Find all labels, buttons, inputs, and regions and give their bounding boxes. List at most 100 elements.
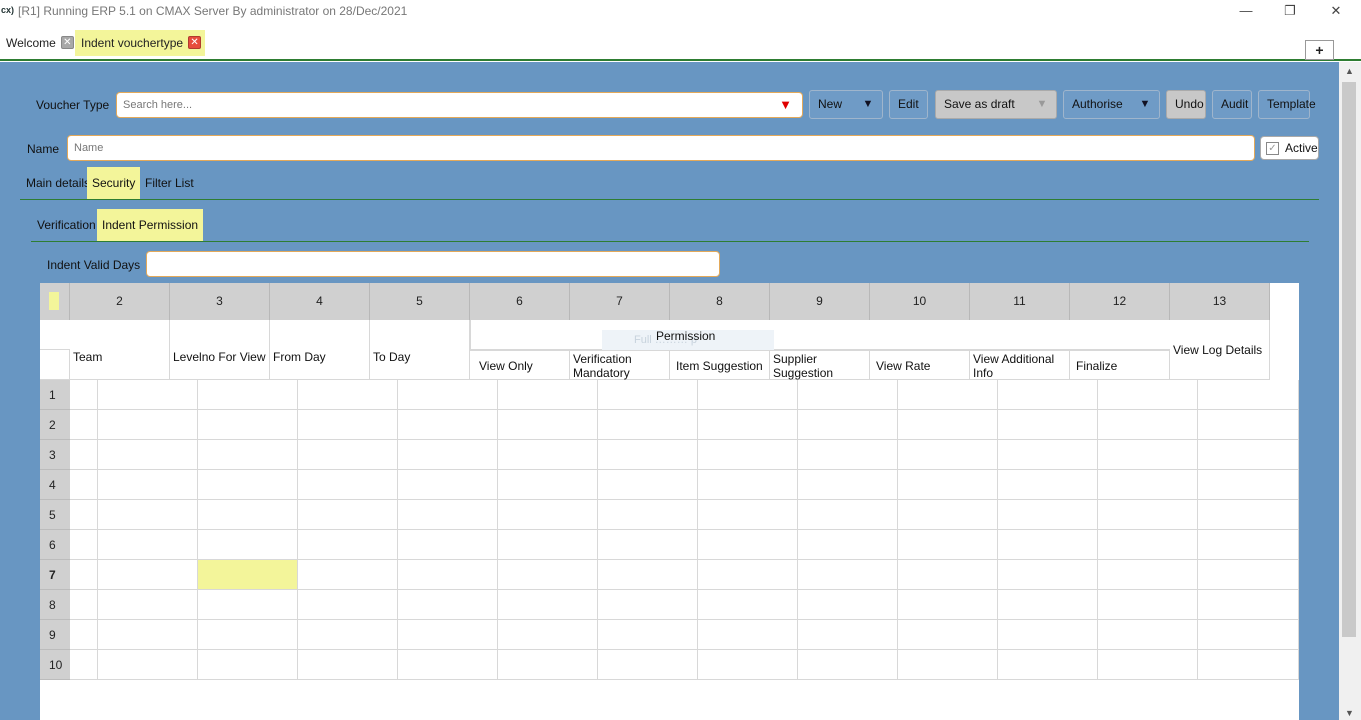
- grid-cell[interactable]: [898, 380, 998, 410]
- grid-cell[interactable]: [1098, 410, 1198, 440]
- column-number[interactable]: 7: [570, 283, 670, 320]
- grid-cell[interactable]: [598, 410, 698, 440]
- grid-cell[interactable]: [598, 530, 698, 560]
- voucher-type-search-input[interactable]: Search here... ▼: [116, 92, 803, 118]
- column-number[interactable]: 10: [870, 283, 970, 320]
- row-number[interactable]: 3: [40, 440, 70, 470]
- grid-cell[interactable]: [298, 590, 398, 620]
- grid-cell[interactable]: [798, 500, 898, 530]
- column-number[interactable]: 3: [170, 283, 270, 320]
- active-checkbox[interactable]: ✓ Active: [1260, 136, 1319, 160]
- tab-security[interactable]: Security: [87, 167, 141, 200]
- save-as-draft-button[interactable]: Save as draft ▼: [935, 90, 1057, 119]
- header-to-day[interactable]: To Day: [370, 320, 470, 380]
- grid-cell[interactable]: [498, 500, 598, 530]
- new-dropdown-icon[interactable]: ▼: [854, 91, 882, 118]
- grid-cell[interactable]: [698, 500, 798, 530]
- row-number[interactable]: 2: [40, 410, 70, 440]
- grid-cell[interactable]: [98, 470, 198, 500]
- tab-indent-vouchertype[interactable]: Indent vouchertype ✕: [75, 30, 206, 56]
- authorise-button[interactable]: Authorise ▼: [1063, 90, 1160, 119]
- grid-cell[interactable]: [798, 380, 898, 410]
- grid-cell[interactable]: [998, 380, 1098, 410]
- header-levelno-for-view[interactable]: Levelno For View: [170, 320, 270, 380]
- close-tab-icon[interactable]: ✕: [60, 36, 74, 50]
- grid-cell[interactable]: [1098, 440, 1198, 470]
- header-view-rate[interactable]: View Rate: [870, 350, 970, 380]
- grid-cell[interactable]: [898, 650, 998, 680]
- grid-cell[interactable]: [198, 590, 298, 620]
- grid-cell[interactable]: [98, 650, 198, 680]
- grid-cell[interactable]: [1198, 530, 1299, 560]
- grid-cell[interactable]: [1198, 500, 1299, 530]
- header-item-suggestion[interactable]: Item Suggestion: [670, 350, 770, 380]
- grid-cell[interactable]: [98, 440, 198, 470]
- grid-cell[interactable]: [398, 410, 498, 440]
- grid-cell[interactable]: [70, 500, 98, 530]
- grid-cell[interactable]: [398, 440, 498, 470]
- column-number[interactable]: 8: [670, 283, 770, 320]
- grid-cell[interactable]: [98, 590, 198, 620]
- grid-cell[interactable]: [98, 380, 198, 410]
- grid-cell[interactable]: [798, 440, 898, 470]
- undo-button[interactable]: Undo: [1166, 90, 1206, 119]
- grid-cell[interactable]: [1198, 410, 1299, 440]
- grid-cell[interactable]: [598, 440, 698, 470]
- grid-cell[interactable]: [498, 590, 598, 620]
- grid-cell[interactable]: [1198, 470, 1299, 500]
- grid-cell[interactable]: [298, 440, 398, 470]
- grid-cell[interactable]: [198, 440, 298, 470]
- grid-cell[interactable]: [198, 470, 298, 500]
- grid-cell[interactable]: [898, 620, 998, 650]
- row-number[interactable]: 5: [40, 500, 70, 530]
- grid-cell[interactable]: [298, 620, 398, 650]
- grid-cell[interactable]: [798, 470, 898, 500]
- header-verification-mandatory[interactable]: Verification Mandatory: [570, 350, 670, 380]
- grid-cell[interactable]: [598, 620, 698, 650]
- grid-cell[interactable]: [98, 410, 198, 440]
- grid-cell[interactable]: [698, 470, 798, 500]
- grid-cell[interactable]: [798, 620, 898, 650]
- header-view-log-details[interactable]: View Log Details: [1170, 320, 1270, 380]
- grid-cell[interactable]: [998, 410, 1098, 440]
- edit-button[interactable]: Edit: [889, 90, 928, 119]
- grid-cell[interactable]: [398, 530, 498, 560]
- column-number[interactable]: 12: [1070, 283, 1170, 320]
- grid-cell[interactable]: [898, 500, 998, 530]
- grid-cell[interactable]: [1198, 590, 1299, 620]
- grid-cell[interactable]: [1198, 560, 1299, 590]
- tab-main-details[interactable]: Main details: [21, 167, 95, 200]
- grid-cell[interactable]: [598, 650, 698, 680]
- grid-cell[interactable]: [298, 410, 398, 440]
- grid-cell[interactable]: [1098, 590, 1198, 620]
- row-number[interactable]: 1: [40, 380, 70, 410]
- grid-cell[interactable]: [70, 650, 98, 680]
- grid-cell[interactable]: [398, 650, 498, 680]
- row-number[interactable]: 8: [40, 590, 70, 620]
- grid-cell[interactable]: [498, 650, 598, 680]
- grid-cell[interactable]: [398, 590, 498, 620]
- authorise-dropdown-icon[interactable]: ▼: [1131, 91, 1159, 118]
- grid-cell[interactable]: [798, 410, 898, 440]
- grid-cell[interactable]: [1098, 560, 1198, 590]
- vertical-scrollbar[interactable]: ▲ ▼: [1339, 62, 1361, 720]
- grid-cell[interactable]: [70, 380, 98, 410]
- header-finalize[interactable]: Finalize: [1070, 350, 1170, 380]
- grid-cell[interactable]: [998, 530, 1098, 560]
- column-number[interactable]: 4: [270, 283, 370, 320]
- grid-cell[interactable]: [698, 380, 798, 410]
- grid-cell[interactable]: [70, 410, 98, 440]
- column-number[interactable]: 9: [770, 283, 870, 320]
- dropdown-arrow-icon[interactable]: ▼: [779, 93, 792, 117]
- row-number[interactable]: 4: [40, 470, 70, 500]
- close-window-icon[interactable]: ✕: [1321, 2, 1351, 20]
- new-button[interactable]: New ▼: [809, 90, 883, 119]
- grid-cell[interactable]: [998, 560, 1098, 590]
- grid-cell[interactable]: [498, 380, 598, 410]
- add-tab-button[interactable]: +: [1305, 40, 1334, 60]
- minimize-icon[interactable]: —: [1231, 2, 1261, 20]
- row-number[interactable]: 6: [40, 530, 70, 560]
- column-number[interactable]: 11: [970, 283, 1070, 320]
- name-input[interactable]: Name: [67, 135, 1255, 161]
- grid-cell[interactable]: [598, 560, 698, 590]
